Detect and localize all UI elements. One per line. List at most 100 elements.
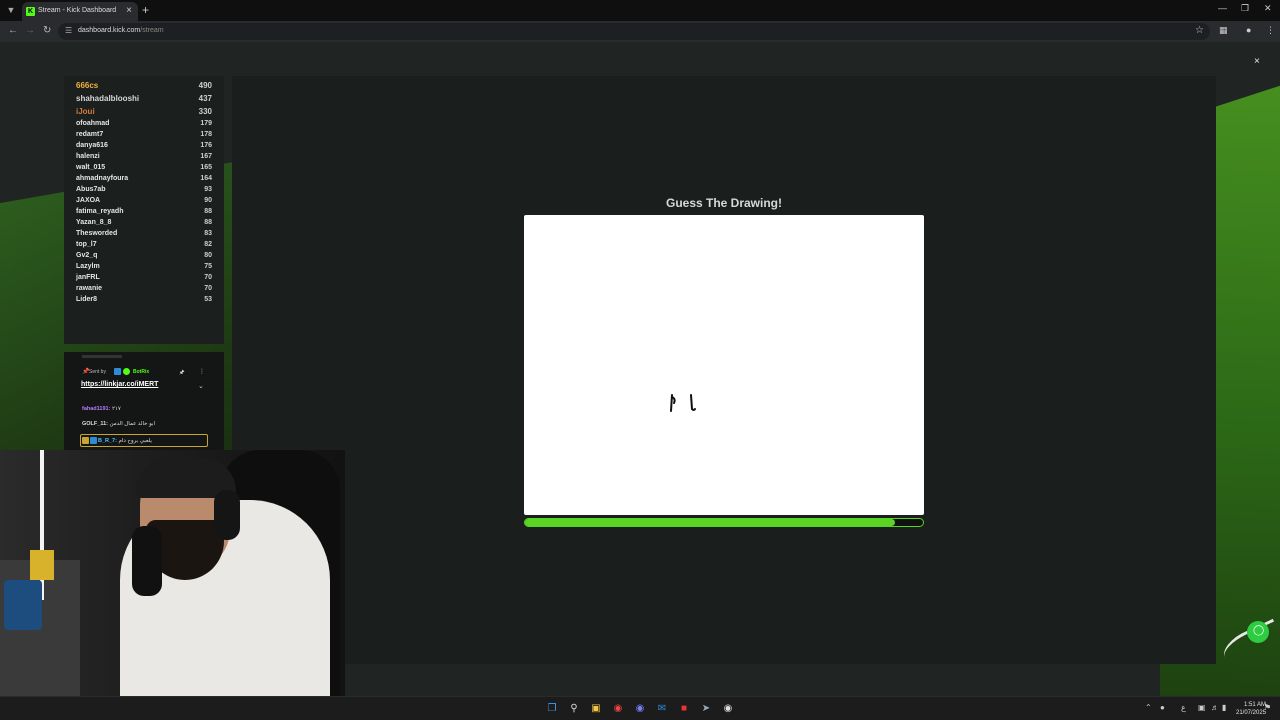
obs-icon[interactable]: ◉: [721, 702, 735, 716]
leaderboard-score: 88: [204, 208, 212, 215]
kebab-icon[interactable]: ⋮: [1266, 25, 1275, 36]
leaderboard-row: Yazan_8_8 88: [76, 219, 212, 230]
file-explorer-icon[interactable]: ▣: [589, 702, 603, 716]
leaderboard-score: 165: [200, 164, 212, 171]
chat-username[interactable]: B_R_7:: [98, 438, 117, 444]
leaderboard-score: 330: [198, 107, 212, 116]
chevron-down-icon[interactable]: ▼: [4, 3, 18, 17]
taskbar: ❐ ⚲ ▣ ◉ ◉ ✉ ■ ➤ ◉ ⌃ ● ع ▣ ♬ ▮ 1:51 AM 21…: [0, 696, 1280, 720]
leaderboard-name: ofoahmad: [76, 120, 110, 127]
leaderboard-row: Abus7ab 93: [76, 186, 212, 197]
leaderboard-row: shahadalblooshi 437: [76, 94, 212, 107]
pinned-message[interactable]: 📌 Sent by BotRix 🖈 ⋮ https://linkjar.co/…: [78, 366, 210, 396]
leaderboard-name: danya616: [76, 142, 108, 149]
puzzle-icon[interactable]: ▦: [1219, 25, 1228, 36]
chat-username[interactable]: fahad1191:: [82, 406, 110, 412]
leaderboard-row: ahmadnayfoura 164: [76, 175, 212, 186]
minimize-icon[interactable]: —: [1218, 3, 1227, 13]
leaderboard-row: JAXOA 90: [76, 197, 212, 208]
chat-bubble-button[interactable]: ◯: [1247, 621, 1269, 643]
leaderboard-name: shahadalblooshi: [76, 94, 140, 103]
leaderboard-score: 88: [204, 219, 212, 226]
leaderboard-name: Gv2_q: [76, 252, 98, 259]
chevron-down-icon[interactable]: ⌄: [198, 382, 204, 390]
close-icon[interactable]: ×: [1254, 56, 1260, 67]
webcam-can: [30, 550, 54, 580]
tab-bar: ▼ K Stream - Kick Dashboard × + — ❐ ✕: [0, 0, 1280, 21]
plus-icon[interactable]: +: [142, 3, 149, 17]
leaderboard-score: 167: [200, 153, 212, 160]
discord-icon[interactable]: ◉: [633, 702, 647, 716]
leaderboard-score: 437: [198, 94, 212, 103]
steam-icon[interactable]: ➤: [699, 702, 713, 716]
pinned-link[interactable]: https://linkjar.co/iMERT: [81, 381, 158, 388]
network-icon[interactable]: ▣: [1198, 703, 1206, 712]
chat-text: ٢١٧: [110, 406, 121, 412]
clock-date: 21/07/2025: [1236, 710, 1267, 716]
windows-icon[interactable]: ❐: [545, 702, 559, 716]
leaderboard-row: 666cs 490: [76, 81, 212, 94]
url-path: /stream: [140, 27, 164, 34]
chat-scroll-fade: [82, 355, 122, 358]
leaderboard-name: fatima_reyadh: [76, 208, 124, 215]
tab-kick-dashboard[interactable]: K Stream - Kick Dashboard ×: [22, 2, 138, 21]
leaderboard-score: 70: [204, 274, 212, 281]
leaderboard-row: Lider8 53: [76, 296, 212, 307]
leaderboard-name: redamt7: [76, 131, 104, 138]
search-icon[interactable]: ⚲: [567, 702, 581, 716]
leaderboard-row: iJoui 330: [76, 107, 212, 120]
leaderboard-name: Yazan_8_8: [76, 219, 112, 226]
reload-icon[interactable]: ↻: [43, 25, 51, 36]
leaderboard-name: rawanie: [76, 285, 103, 292]
restore-icon[interactable]: ❐: [1241, 3, 1249, 14]
notification-icon[interactable]: ⚑: [1264, 703, 1271, 712]
webcam-microphone: [132, 526, 162, 596]
kebab-icon[interactable]: ⋮: [199, 368, 205, 375]
leaderboard-score: 53: [204, 296, 212, 303]
volume-icon[interactable]: ♬: [1211, 703, 1219, 712]
address-bar[interactable]: ☰ dashboard.kick.com/stream ☆: [58, 23, 1210, 40]
leaderboard: 666cs 490 shahadalblooshi 437 iJoui 330 ofoahm…: [76, 81, 212, 307]
chat-username[interactable]: GOLF_11:: [82, 421, 108, 427]
outlook-icon[interactable]: ✉: [655, 702, 669, 716]
clock[interactable]: 1:51 AM 21/07/2025: [1236, 701, 1266, 717]
kick-favicon-icon: K: [26, 7, 35, 16]
leaderboard-row: ofoahmad 179: [76, 120, 212, 131]
arrow-left-icon[interactable]: ←: [8, 25, 18, 36]
tune-icon[interactable]: ☰: [65, 26, 72, 35]
leaderboard-row: rawanie 70: [76, 285, 212, 296]
leaderboard-name: Lider8: [76, 296, 98, 303]
battery-icon[interactable]: ▮: [1222, 703, 1226, 712]
language-indicator[interactable]: ع: [1181, 703, 1186, 712]
webcam-protein-tub: [4, 580, 42, 630]
leaderboard-name: top_l7: [76, 241, 97, 248]
close-tab-icon[interactable]: ×: [126, 5, 132, 16]
leaderboard-name: Abus7ab: [76, 186, 106, 193]
leaderboard-name: Thesworded: [76, 230, 118, 237]
microphone-icon[interactable]: ●: [1160, 703, 1165, 712]
leaderboard-name: iJoui: [76, 107, 95, 116]
leaderboard-score: 490: [198, 81, 212, 90]
chrome-icon[interactable]: ◉: [611, 702, 625, 716]
leaderboard-score: 80: [204, 252, 212, 259]
app-red-icon[interactable]: ■: [677, 702, 691, 716]
leaderboard-score: 179: [200, 120, 212, 127]
chat-message: B_R_7: يلعبي بروح دام: [82, 437, 152, 444]
star-icon[interactable]: ☆: [1195, 25, 1204, 36]
webcam-headset: [214, 490, 240, 540]
leaderboard-name: 666cs: [76, 81, 99, 90]
tray-chevron-up-icon[interactable]: ⌃: [1145, 703, 1152, 712]
verified-badge-icon: [123, 368, 130, 375]
profile-icon[interactable]: ●: [1246, 25, 1251, 35]
leaderboard-name: Lazylm: [76, 263, 100, 270]
pinned-bot-name: BotRix: [133, 369, 150, 375]
leaderboard-row: janFRL 70: [76, 274, 212, 285]
close-window-icon[interactable]: ✕: [1264, 3, 1272, 14]
chat-text: ابو خالد عمال الدمن: [107, 421, 155, 427]
drawing-strokes: [670, 394, 696, 412]
arrow-right-icon[interactable]: →: [25, 25, 35, 36]
tab-title: Stream - Kick Dashboard: [38, 7, 117, 14]
unpin-icon[interactable]: 🖈: [179, 368, 185, 378]
round-timer-fill: [525, 519, 896, 526]
leaderboard-name: ahmadnayfoura: [76, 175, 129, 182]
